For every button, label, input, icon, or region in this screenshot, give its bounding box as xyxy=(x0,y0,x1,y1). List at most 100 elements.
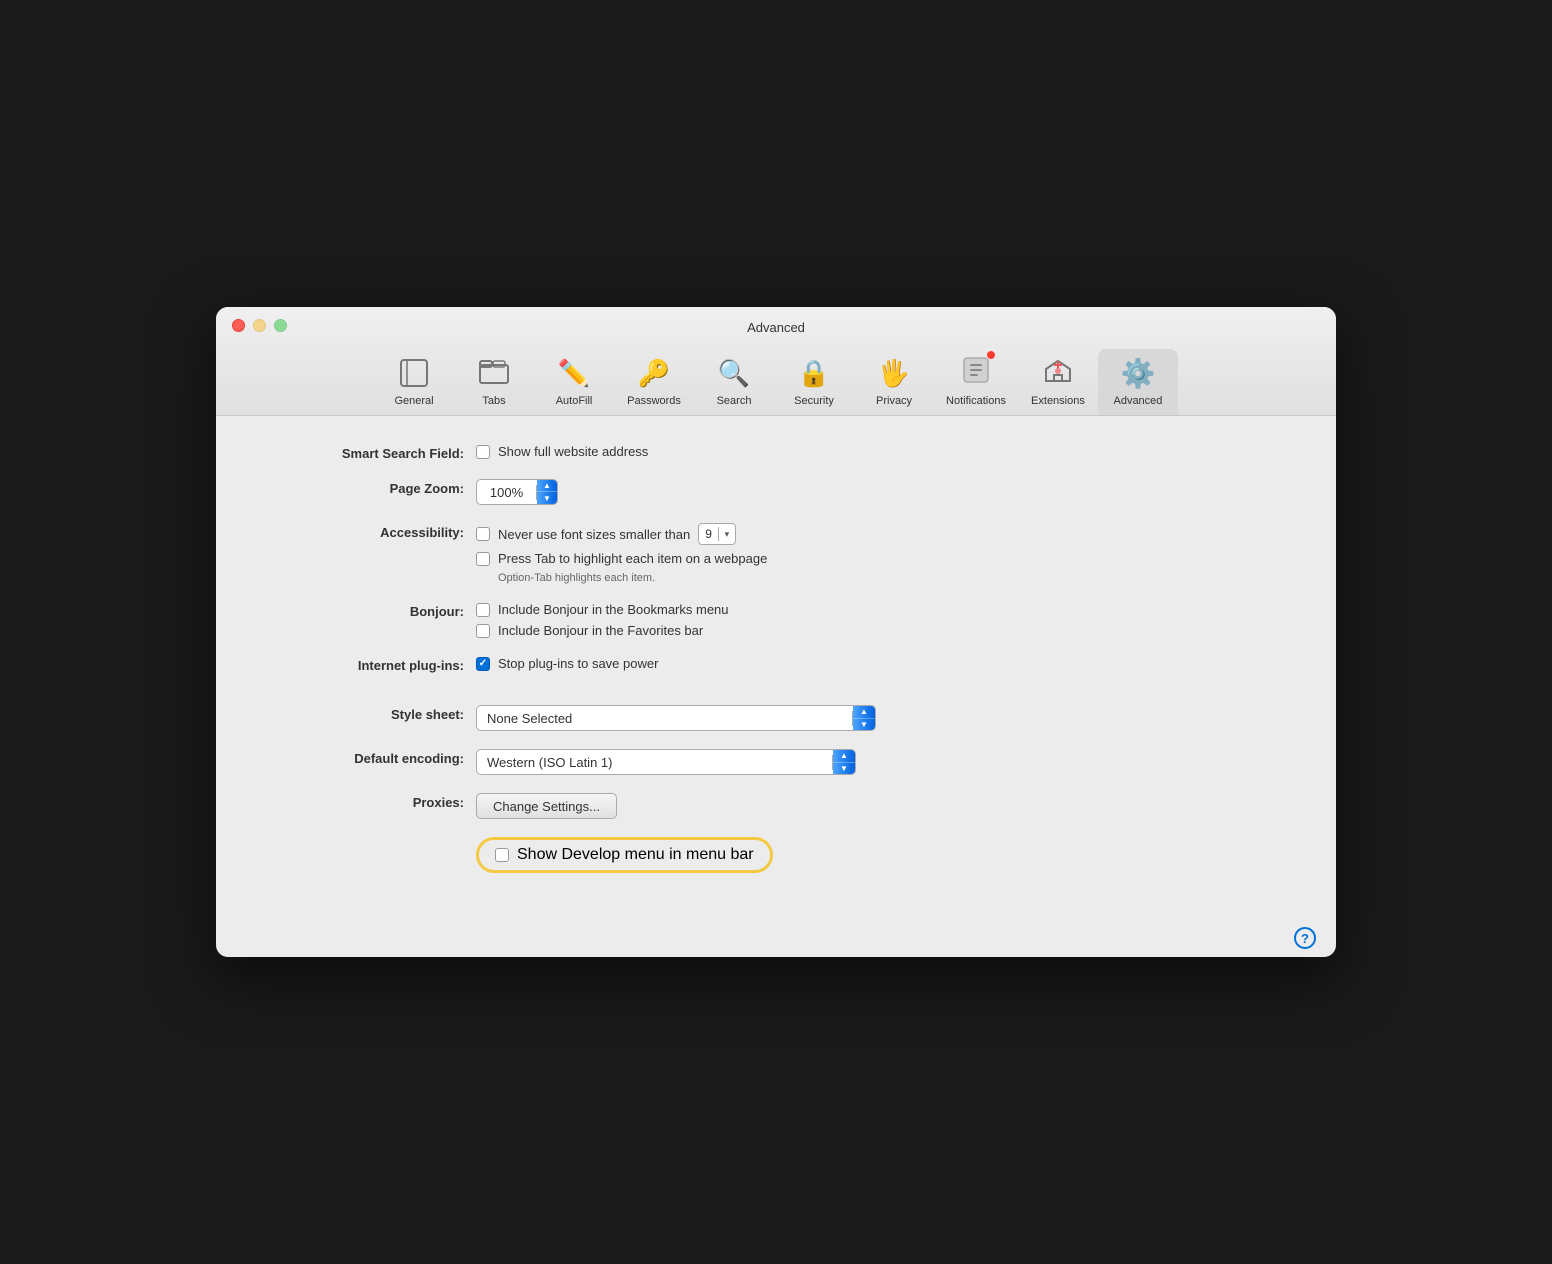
bonjour-favorites-row: Include Bonjour in the Favorites bar xyxy=(476,623,729,638)
style-sheet-up-button[interactable]: ▲ xyxy=(853,706,875,719)
font-size-checkbox[interactable] xyxy=(476,527,490,541)
toolbar-item-tabs[interactable]: Tabs xyxy=(454,349,534,415)
style-sheet-value: None Selected xyxy=(477,711,853,726)
plugins-checkbox-label: Stop plug-ins to save power xyxy=(498,656,658,671)
toolbar: General Tabs ✏️ AutoFill xyxy=(232,345,1320,415)
style-sheet-label: Style sheet: xyxy=(276,705,476,722)
security-icon: 🔒 xyxy=(796,355,832,391)
accessibility-row: Accessibility: Never use font sizes smal… xyxy=(276,523,1276,584)
font-size-arrow[interactable]: ▾ xyxy=(719,529,735,540)
toolbar-item-passwords[interactable]: 🔑 Passwords xyxy=(614,349,694,415)
toolbar-item-autofill[interactable]: ✏️ AutoFill xyxy=(534,349,614,415)
proxies-button[interactable]: Change Settings... xyxy=(476,793,617,819)
notification-badge xyxy=(986,350,996,360)
extensions-label: Extensions xyxy=(1031,395,1085,407)
toolbar-item-privacy[interactable]: 🖐 Privacy xyxy=(854,349,934,415)
tab-highlight-row: Press Tab to highlight each item on a we… xyxy=(476,551,767,566)
develop-controls: Show Develop menu in menu bar xyxy=(476,837,773,873)
close-button[interactable] xyxy=(232,319,245,332)
bonjour-controls: Include Bonjour in the Bookmarks menu In… xyxy=(476,602,729,638)
help-button[interactable]: ? xyxy=(1294,927,1316,949)
minimize-button[interactable] xyxy=(253,319,266,332)
advanced-label: Advanced xyxy=(1113,395,1162,407)
bonjour-bookmarks-label: Include Bonjour in the Bookmarks menu xyxy=(498,602,729,617)
encoding-row: Default encoding: Western (ISO Latin 1) … xyxy=(276,749,1276,775)
advanced-icon: ⚙️ xyxy=(1120,355,1156,391)
accessibility-controls: Never use font sizes smaller than 9 ▾ Pr… xyxy=(476,523,767,584)
window-title: Advanced xyxy=(232,320,1320,335)
tabs-icon xyxy=(476,355,512,391)
style-sheet-dropdown[interactable]: None Selected ▲ ▼ xyxy=(476,705,876,731)
notifications-label: Notifications xyxy=(946,395,1006,407)
zoom-up-button[interactable]: ▲ xyxy=(537,479,557,492)
tab-highlight-label: Press Tab to highlight each item on a we… xyxy=(498,551,767,566)
bonjour-bookmarks-row: Include Bonjour in the Bookmarks menu xyxy=(476,602,729,617)
bonjour-favorites-checkbox[interactable] xyxy=(476,624,490,638)
toolbar-item-general[interactable]: General xyxy=(374,349,454,415)
font-size-row: Never use font sizes smaller than 9 ▾ xyxy=(476,523,767,545)
settings-content: Smart Search Field: Show full website ad… xyxy=(216,416,1336,919)
toolbar-item-search[interactable]: 🔍 Search xyxy=(694,349,774,415)
font-size-value: 9 xyxy=(699,527,719,541)
plugins-checkbox[interactable] xyxy=(476,657,490,671)
encoding-up-button[interactable]: ▲ xyxy=(833,750,855,763)
zoom-stepper[interactable]: ▲ ▼ xyxy=(537,479,557,505)
smart-search-controls: Show full website address xyxy=(476,444,648,459)
font-size-select[interactable]: 9 ▾ xyxy=(698,523,736,545)
bonjour-label: Bonjour: xyxy=(276,602,476,619)
proxies-row: Proxies: Change Settings... xyxy=(276,793,1276,819)
notifications-icon xyxy=(958,355,994,391)
passwords-label: Passwords xyxy=(627,395,681,407)
develop-checkbox[interactable] xyxy=(495,848,509,862)
passwords-icon: 🔑 xyxy=(636,355,672,391)
bonjour-bookmarks-checkbox[interactable] xyxy=(476,603,490,617)
smart-search-checkbox[interactable] xyxy=(476,445,490,459)
zoom-display[interactable]: 100% ▲ ▼ xyxy=(476,479,558,505)
page-zoom-row: Page Zoom: 100% ▲ ▼ xyxy=(276,479,1276,505)
bonjour-row: Bonjour: Include Bonjour in the Bookmark… xyxy=(276,602,1276,638)
titlebar: Advanced General xyxy=(216,307,1336,416)
toolbar-item-security[interactable]: 🔒 Security xyxy=(774,349,854,415)
zoom-down-button[interactable]: ▼ xyxy=(537,492,557,505)
smart-search-row: Smart Search Field: Show full website ad… xyxy=(276,444,1276,461)
develop-label-text: Show Develop menu in menu bar xyxy=(517,846,754,864)
style-sheet-row: Style sheet: None Selected ▲ ▼ xyxy=(276,705,1276,731)
preferences-window: Advanced General xyxy=(216,307,1336,957)
general-icon xyxy=(396,355,432,391)
tab-highlight-checkbox[interactable] xyxy=(476,552,490,566)
font-size-label: Never use font sizes smaller than xyxy=(498,527,690,542)
develop-highlight: Show Develop menu in menu bar xyxy=(476,837,773,873)
proxies-label: Proxies: xyxy=(276,793,476,810)
toolbar-item-extensions[interactable]: Extensions xyxy=(1018,349,1098,415)
plugins-row: Internet plug-ins: Stop plug-ins to save… xyxy=(276,656,1276,673)
develop-row: Show Develop menu in menu bar xyxy=(276,837,1276,873)
style-sheet-down-button[interactable]: ▼ xyxy=(853,719,875,731)
encoding-dropdown[interactable]: Western (ISO Latin 1) ▲ ▼ xyxy=(476,749,856,775)
plugins-controls: Stop plug-ins to save power xyxy=(476,656,658,671)
develop-label xyxy=(276,837,476,839)
style-sheet-stepper[interactable]: ▲ ▼ xyxy=(853,706,875,730)
smart-search-checkbox-label: Show full website address xyxy=(498,444,648,459)
plugins-checkbox-row: Stop plug-ins to save power xyxy=(476,656,658,671)
maximize-button[interactable] xyxy=(274,319,287,332)
encoding-stepper[interactable]: ▲ ▼ xyxy=(833,750,855,774)
encoding-down-button[interactable]: ▼ xyxy=(833,763,855,775)
style-sheet-controls: None Selected ▲ ▼ xyxy=(476,705,876,731)
toolbar-item-advanced[interactable]: ⚙️ Advanced xyxy=(1098,349,1178,415)
search-label: Search xyxy=(717,395,752,407)
general-label: General xyxy=(394,395,433,407)
toolbar-item-notifications[interactable]: Notifications xyxy=(934,349,1018,415)
smart-search-label: Smart Search Field: xyxy=(276,444,476,461)
proxies-controls: Change Settings... xyxy=(476,793,617,819)
accessibility-hint: Option-Tab highlights each item. xyxy=(498,572,767,584)
encoding-controls: Western (ISO Latin 1) ▲ ▼ xyxy=(476,749,856,775)
plugins-label: Internet plug-ins: xyxy=(276,656,476,673)
privacy-icon: 🖐 xyxy=(876,355,912,391)
page-zoom-label: Page Zoom: xyxy=(276,479,476,496)
autofill-icon: ✏️ xyxy=(556,355,592,391)
security-label: Security xyxy=(794,395,834,407)
zoom-value: 100% xyxy=(477,485,537,500)
accessibility-label: Accessibility: xyxy=(276,523,476,540)
bonjour-favorites-label: Include Bonjour in the Favorites bar xyxy=(498,623,703,638)
autofill-label: AutoFill xyxy=(556,395,593,407)
